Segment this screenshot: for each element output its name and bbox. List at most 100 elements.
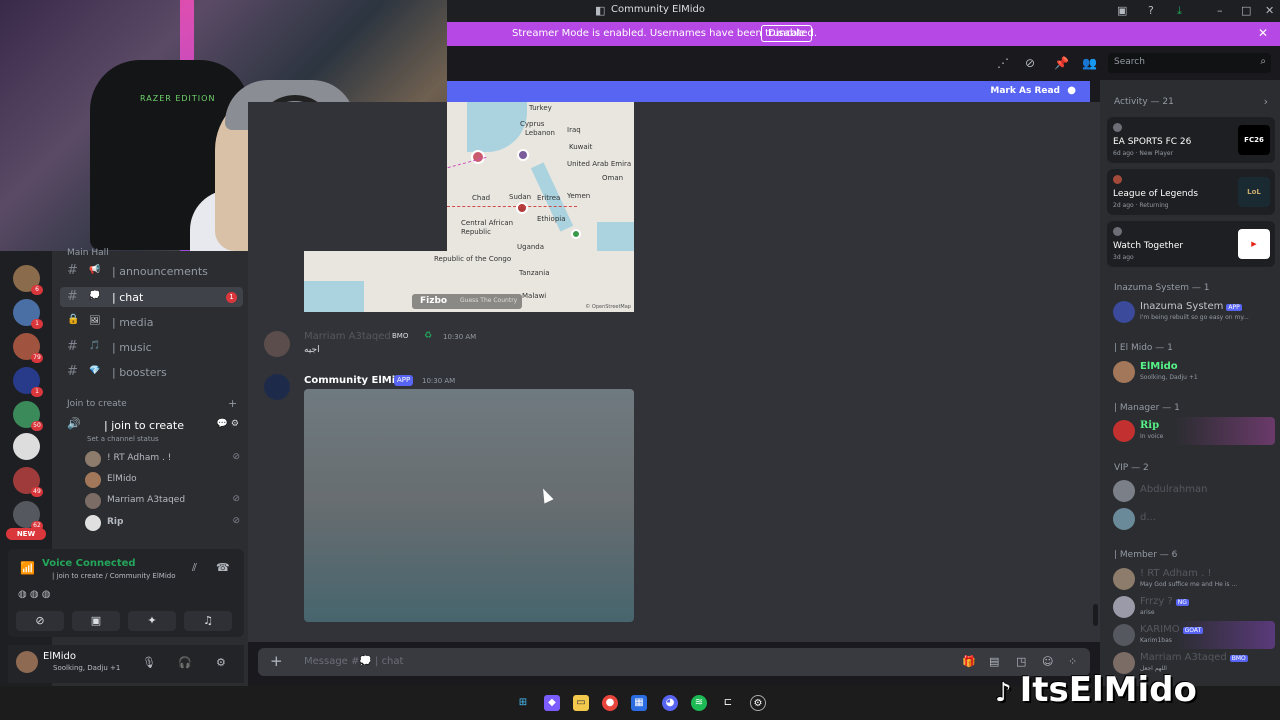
pin-icon[interactable]: 📌: [1054, 56, 1069, 70]
member-list-icon[interactable]: 👥: [1082, 56, 1097, 70]
screen-share-button[interactable]: ▣: [72, 611, 120, 631]
activity-card[interactable]: League of Legends 2d ago · Returning LoL: [1107, 169, 1275, 215]
apps-icon[interactable]: ⁘: [1068, 655, 1077, 668]
member-row[interactable]: Rip In voice: [1107, 417, 1275, 445]
attach-plus-icon[interactable]: +: [270, 652, 283, 670]
activities-button[interactable]: ✦: [128, 611, 176, 631]
voice-connected-status[interactable]: Voice Connected: [42, 558, 136, 569]
voice-channel-settings-icon[interactable]: 💬 ⚙: [217, 419, 239, 429]
file-explorer-icon[interactable]: ▭: [573, 695, 589, 711]
channel-chat[interactable]: # 💭 | chat 1: [60, 287, 243, 307]
category-header-main[interactable]: Main Hall: [67, 248, 109, 258]
category-join-to-create[interactable]: Join to create: [67, 399, 127, 409]
map-label: Ethiopia: [537, 215, 566, 223]
message-avatar[interactable]: [264, 331, 290, 357]
voice-connection-location[interactable]: | join to create / Community ElMido: [52, 572, 176, 580]
headphones-icon[interactable]: 🎧: [178, 656, 192, 669]
channel-announcements[interactable]: # 📢 | announcements: [60, 261, 243, 281]
voice-connected-panel: 📶 Voice Connected | join to create / Com…: [8, 549, 244, 637]
activity-subtitle: 6d ago · New Player: [1113, 150, 1174, 157]
copilot-icon[interactable]: ◆: [544, 695, 560, 711]
help-icon[interactable]: ?: [1148, 4, 1154, 17]
message-avatar[interactable]: [264, 374, 290, 400]
youtube-icon: ▶: [1238, 229, 1270, 259]
voice-user[interactable]: Rip ⊘: [85, 514, 240, 532]
discord-icon[interactable]: ◕: [662, 695, 678, 711]
channel-name: | music: [112, 341, 152, 354]
set-channel-status[interactable]: Set a channel status: [87, 435, 159, 443]
microphone-icon[interactable]: 🎙: [142, 656, 156, 669]
noise-suppression-icon[interactable]: ⫽: [192, 561, 197, 575]
role-header: VIP — 2: [1114, 463, 1149, 473]
member-row[interactable]: d...: [1107, 505, 1275, 533]
chat-scrollbar-thumb[interactable]: [1093, 604, 1098, 626]
user-avatar[interactable]: [16, 651, 38, 673]
add-channel-icon[interactable]: +: [228, 397, 237, 410]
store-icon[interactable]: ▦: [631, 695, 647, 711]
deafened-icon: ⊘: [232, 516, 240, 526]
close-window-icon[interactable]: ✕: [1265, 4, 1274, 17]
message-composer[interactable]: + Message #💭 | chat 🎁 ▤ ◳ ☺ ⁘: [258, 648, 1090, 676]
maximize-icon[interactable]: □: [1241, 4, 1251, 17]
windows-start-icon[interactable]: ⊞: [515, 695, 531, 711]
camera-off-button[interactable]: ⊘: [16, 611, 64, 631]
voice-user[interactable]: Marriam A3taqed ⊘: [85, 492, 240, 510]
server-icon[interactable]: 6: [13, 265, 43, 295]
mark-as-read-label[interactable]: Mark As Read: [990, 86, 1060, 96]
tiktok-icon: ♪: [995, 678, 1012, 708]
gif-icon[interactable]: ▤: [989, 655, 999, 668]
chevron-right-icon[interactable]: ›: [1264, 95, 1268, 108]
streamer-mode-banner: Streamer Mode is enabled. Usernames have…: [447, 22, 1280, 46]
member-row[interactable]: KARIMO GOAT Karim1bas: [1107, 621, 1275, 649]
member-row[interactable]: Abdulrahman: [1107, 477, 1275, 505]
server-icon[interactable]: 62: [13, 501, 43, 531]
download-icon[interactable]: ⤓: [1177, 4, 1182, 18]
inbox-icon[interactable]: ▣: [1117, 4, 1127, 17]
channel-music[interactable]: # 🎵 | music: [60, 337, 243, 357]
minimize-icon[interactable]: –: [1217, 4, 1223, 17]
map-embed-lower[interactable]: Republic of the Congo Tanzania Malawi Fi…: [304, 251, 634, 312]
message-input-placeholder[interactable]: Message #💭 | chat: [304, 656, 403, 667]
message-author[interactable]: Marriam A3taqed: [304, 331, 391, 342]
server-icon[interactable]: 50: [13, 401, 43, 431]
map-embed[interactable]: Turkey Cyprus Lebanon Iraq Kuwait United…: [447, 102, 634, 252]
search-input[interactable]: Search ⌕: [1108, 53, 1271, 73]
server-icon[interactable]: 1: [13, 367, 43, 397]
user-settings-gear-icon[interactable]: ⚙: [216, 656, 226, 669]
new-messages-bar[interactable]: Mark As Read ●: [447, 81, 1090, 102]
soundboard-button[interactable]: ♫: [184, 611, 232, 631]
voice-channel-join-to-create[interactable]: 🔊 | join to create 💬 ⚙: [60, 415, 243, 435]
threads-icon[interactable]: ⋰: [997, 56, 1009, 70]
member-row[interactable]: Frrzy ? NG arise: [1107, 593, 1275, 621]
activity-card[interactable]: EA SPORTS FC 26 6d ago · New Player FC26: [1107, 117, 1275, 163]
thought-bubble-icon: 💭: [89, 291, 101, 301]
server-icon[interactable]: [13, 433, 40, 460]
activity-header[interactable]: Activity — 21: [1114, 97, 1174, 107]
disable-streamer-mode-button[interactable]: Disable: [761, 25, 813, 42]
gift-icon[interactable]: 🎁: [962, 655, 976, 668]
voice-user[interactable]: ! RT Adham . ! ⊘: [85, 450, 240, 468]
voice-user[interactable]: ElMido: [85, 471, 240, 489]
window-titlebar: ◧ Community ElMido ▣ ? ⤓ – □ ✕: [447, 0, 1280, 22]
member-row[interactable]: Inazuma System APP I'm being rebuilt so g…: [1107, 298, 1275, 326]
new-servers-badge[interactable]: NEW: [6, 528, 46, 540]
channel-boosters[interactable]: # 💎 | boosters: [60, 362, 243, 382]
user-name[interactable]: ElMido: [43, 651, 76, 662]
capcut-icon[interactable]: ⊏: [720, 695, 736, 711]
server-icon[interactable]: 49: [13, 467, 43, 497]
member-row[interactable]: ElMido Soolking, Dadju +1: [1107, 358, 1275, 386]
channel-media[interactable]: 🔒 🖼 | media: [60, 312, 243, 332]
server-icon[interactable]: 79: [13, 333, 43, 363]
server-icon[interactable]: 1: [13, 299, 43, 329]
close-banner-icon[interactable]: ✕: [1258, 26, 1268, 40]
member-row[interactable]: ! RT Adham . ! May God suffice me and He…: [1107, 565, 1275, 593]
emoji-icon[interactable]: ☺: [1042, 655, 1053, 668]
settings-app-icon[interactable]: ⚙: [750, 695, 766, 711]
embed-image[interactable]: [304, 389, 634, 622]
chrome-icon[interactable]: ●: [602, 695, 618, 711]
spotify-icon[interactable]: ≋: [691, 695, 707, 711]
disconnect-icon[interactable]: ☎: [216, 561, 230, 574]
notification-mute-icon[interactable]: ⊘: [1025, 56, 1035, 70]
sticker-icon[interactable]: ◳: [1016, 655, 1026, 668]
activity-card[interactable]: Watch Together 3d ago ▶: [1107, 221, 1275, 267]
